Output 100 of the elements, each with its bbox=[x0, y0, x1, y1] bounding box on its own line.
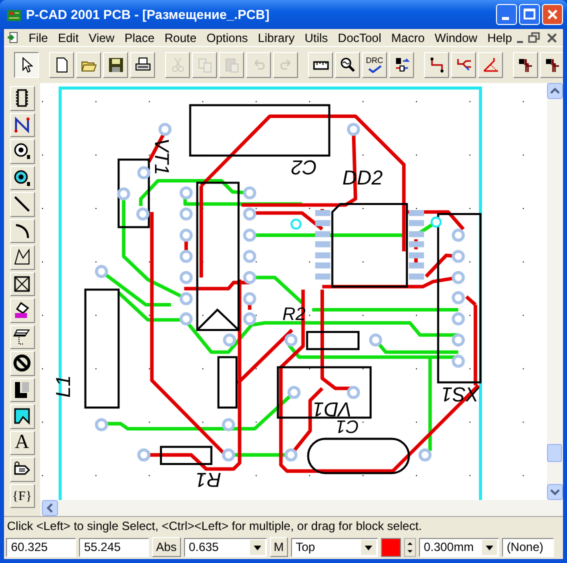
menu-item[interactable]: View bbox=[84, 30, 120, 44]
via bbox=[290, 218, 302, 230]
menu-item[interactable]: Place bbox=[119, 30, 160, 44]
horizontal-scrollbar[interactable] bbox=[40, 500, 563, 516]
pad bbox=[346, 122, 360, 136]
smd-pad bbox=[408, 220, 424, 226]
menu-item[interactable]: DocTool bbox=[332, 30, 386, 44]
polygon-tool-button[interactable] bbox=[10, 245, 34, 270]
menu-item[interactable]: Window bbox=[430, 30, 482, 44]
smd-pad bbox=[408, 231, 424, 238]
menu-item[interactable]: Macro bbox=[386, 30, 430, 44]
scroll-left-icon[interactable] bbox=[42, 500, 58, 516]
menu-item[interactable]: Utils bbox=[300, 30, 333, 44]
menu-item[interactable]: File bbox=[24, 30, 53, 44]
layered-plane-icon bbox=[13, 328, 31, 346]
style-field[interactable]: (None) bbox=[502, 538, 554, 556]
smd-pad bbox=[315, 210, 330, 216]
plane-tool-button[interactable] bbox=[10, 324, 34, 349]
pad bbox=[180, 250, 193, 263]
layer-color-swatch[interactable] bbox=[380, 538, 401, 556]
menu-item[interactable]: Library bbox=[252, 30, 300, 44]
component-outline bbox=[160, 446, 212, 466]
component-tool-button[interactable] bbox=[10, 86, 34, 110]
pad bbox=[284, 448, 298, 462]
pad bbox=[452, 250, 465, 263]
scroll-up-icon[interactable] bbox=[547, 83, 563, 99]
field-tool-button[interactable]: {F} bbox=[10, 484, 34, 508]
drc-tool-button[interactable]: DRC bbox=[362, 52, 387, 78]
pad bbox=[452, 228, 465, 242]
width-dropdown[interactable]: 0.300mm bbox=[418, 538, 499, 556]
grid-dropdown[interactable]: 0.635 bbox=[184, 538, 267, 556]
open-tool-button[interactable] bbox=[76, 52, 101, 78]
abs-button[interactable]: Abs bbox=[152, 537, 181, 557]
pad-tool-button[interactable] bbox=[10, 139, 34, 164]
checkmark-icon bbox=[366, 65, 382, 73]
bus-tool-button[interactable] bbox=[513, 52, 538, 78]
scroll-thumb[interactable] bbox=[547, 444, 562, 462]
pad bbox=[452, 312, 465, 326]
flag-tool-button[interactable] bbox=[10, 404, 34, 428]
connection-tool-button[interactable] bbox=[10, 112, 34, 137]
netlist-tool-button[interactable] bbox=[389, 52, 414, 78]
fanout-tool-button[interactable] bbox=[451, 52, 476, 78]
miter-tool-button[interactable] bbox=[478, 52, 503, 78]
pad bbox=[222, 448, 236, 462]
new-tool-button[interactable] bbox=[49, 52, 74, 78]
smd-pad bbox=[408, 274, 424, 280]
point-tool-button[interactable] bbox=[10, 378, 34, 402]
zigzag-line-icon bbox=[13, 116, 31, 134]
chip-plug-icon bbox=[394, 57, 410, 73]
arc-tool-button[interactable] bbox=[10, 218, 34, 243]
menu-item[interactable]: Options bbox=[202, 30, 253, 44]
bus2-tool-button[interactable] bbox=[540, 52, 563, 78]
component-outline bbox=[217, 356, 238, 409]
pad bbox=[222, 333, 236, 347]
document-icon[interactable] bbox=[7, 30, 19, 45]
pour-tool-button[interactable] bbox=[10, 298, 34, 322]
minimize-button[interactable] bbox=[496, 4, 517, 25]
keepout-tool-button[interactable] bbox=[10, 351, 34, 376]
y-coordinate-field[interactable]: 55.245 bbox=[79, 538, 149, 556]
pad bbox=[137, 166, 150, 180]
polygon-icon bbox=[13, 248, 31, 266]
pad bbox=[222, 418, 236, 432]
restore-icon[interactable] bbox=[527, 30, 541, 44]
via-tool-button[interactable] bbox=[10, 166, 34, 190]
designator-label: XS1 bbox=[441, 382, 480, 404]
vertical-scrollbar[interactable] bbox=[547, 83, 563, 500]
pad bbox=[137, 448, 150, 462]
m-button[interactable]: M bbox=[270, 537, 288, 557]
scissors-icon bbox=[170, 57, 186, 73]
menu-item[interactable]: Route bbox=[160, 30, 202, 44]
minimize-icon[interactable] bbox=[517, 40, 523, 42]
print-tool-button[interactable] bbox=[130, 52, 155, 78]
close-icon[interactable] bbox=[545, 30, 559, 44]
zoom-tool-button[interactable] bbox=[335, 52, 360, 78]
select-tool-button[interactable] bbox=[14, 52, 39, 78]
pad bbox=[180, 270, 193, 284]
spinner-icon[interactable] bbox=[404, 536, 416, 558]
no-entry-icon bbox=[13, 354, 31, 372]
maximize-button[interactable] bbox=[519, 4, 540, 25]
save-tool-button[interactable] bbox=[103, 52, 128, 78]
text-tool-button[interactable]: A bbox=[10, 430, 34, 455]
pad bbox=[180, 228, 193, 242]
attribute-tool-button[interactable] bbox=[10, 457, 34, 482]
close-button[interactable] bbox=[542, 4, 563, 25]
route-tool-button[interactable] bbox=[424, 52, 449, 78]
pad bbox=[180, 186, 193, 200]
layer-dropdown[interactable]: Top bbox=[290, 538, 378, 556]
fill-tool-button[interactable] bbox=[10, 272, 34, 296]
x-coordinate-field[interactable]: 60.325 bbox=[6, 538, 76, 556]
menu-item[interactable]: Edit bbox=[52, 30, 84, 44]
pad bbox=[94, 418, 108, 432]
corner-icon bbox=[482, 57, 498, 73]
component-outline bbox=[306, 330, 360, 350]
component-outline bbox=[118, 158, 150, 228]
menu-item[interactable]: Help bbox=[482, 30, 517, 44]
line-tool-button[interactable] bbox=[10, 192, 34, 216]
arc-icon bbox=[13, 222, 31, 240]
scroll-down-icon[interactable] bbox=[547, 484, 563, 500]
measure-tool-button[interactable] bbox=[308, 52, 333, 78]
redo-arrow-icon bbox=[278, 57, 294, 73]
